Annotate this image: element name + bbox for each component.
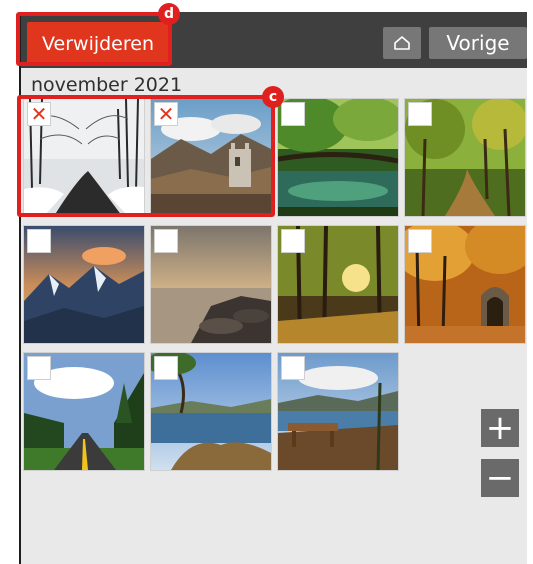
photo-checkbox[interactable] — [154, 229, 178, 253]
home-icon — [394, 36, 410, 50]
photo-checkbox[interactable] — [27, 229, 51, 253]
photo-tile[interactable] — [405, 99, 525, 216]
photo-tile[interactable] — [151, 353, 271, 470]
device-frame-left — [19, 12, 21, 564]
annotation-badge-c: c — [262, 86, 284, 108]
photo-checkbox[interactable] — [281, 229, 305, 253]
photo-tile[interactable] — [24, 353, 144, 470]
photo-checkbox[interactable] — [27, 356, 51, 380]
photo-tile[interactable]: ✕ — [151, 99, 271, 216]
photo-tile[interactable] — [278, 353, 398, 470]
minus-icon: − — [485, 458, 515, 498]
photo-checkbox[interactable]: ✕ — [27, 102, 51, 126]
selected-x-icon: ✕ — [157, 102, 175, 126]
month-label: november 2021 — [31, 74, 183, 96]
annotation-badge-d: d — [158, 3, 180, 25]
photo-checkbox[interactable] — [281, 356, 305, 380]
photo-tile[interactable] — [278, 99, 398, 216]
photo-tile[interactable] — [405, 226, 525, 343]
photo-checkbox[interactable] — [408, 229, 432, 253]
selected-x-icon: ✕ — [30, 102, 48, 126]
photo-checkbox[interactable] — [281, 102, 305, 126]
home-button[interactable] — [383, 27, 421, 59]
toolbar: Verwijderen Vorige — [21, 12, 529, 68]
zoom-out-button[interactable]: − — [481, 459, 519, 497]
photo-tile[interactable] — [278, 226, 398, 343]
zoom-in-button[interactable]: + — [481, 409, 519, 447]
device-frame-right — [527, 12, 533, 564]
photo-checkbox[interactable] — [154, 356, 178, 380]
photo-tile[interactable] — [151, 226, 271, 343]
photo-tile[interactable]: ✕ — [24, 99, 144, 216]
delete-button[interactable]: Verwijderen — [27, 22, 169, 66]
plus-icon: + — [485, 408, 515, 448]
previous-button[interactable]: Vorige — [429, 27, 527, 59]
photo-tile[interactable] — [24, 226, 144, 343]
photo-checkbox[interactable]: ✕ — [154, 102, 178, 126]
photo-checkbox[interactable] — [408, 102, 432, 126]
